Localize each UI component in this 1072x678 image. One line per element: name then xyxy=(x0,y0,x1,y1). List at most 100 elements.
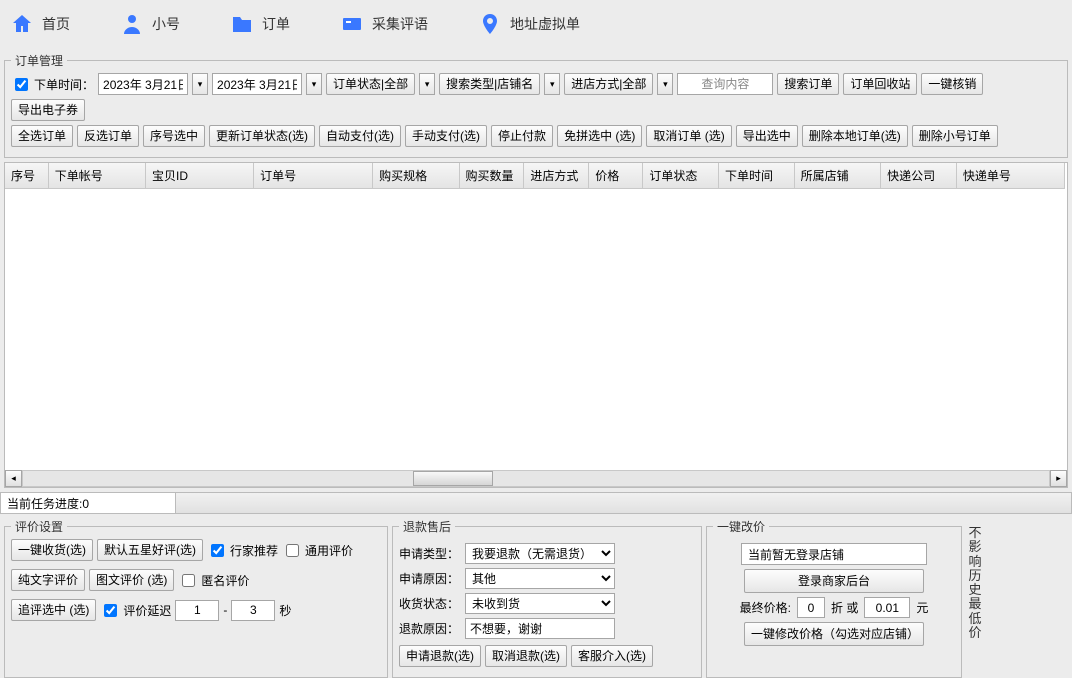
progress-row: 当前任务进度:0 xyxy=(0,492,1072,514)
del-alt-button[interactable]: 删除小号订单 xyxy=(912,125,998,147)
nav-alt[interactable]: 小号 xyxy=(120,12,180,36)
del-local-button[interactable]: 删除本地订单(选) xyxy=(802,125,908,147)
place-time-checkbox[interactable]: 下单时间： xyxy=(11,75,94,94)
orders-table: 序号下单帐号宝贝ID订单号购买规格购买数量进店方式价格订单状态下单时间所属店铺快… xyxy=(5,163,1065,189)
manual-pay-button[interactable]: 手动支付(选) xyxy=(405,125,487,147)
nav-virtual[interactable]: 地址虚拟单 xyxy=(478,12,580,36)
bottom-panels: 评价设置 一键收货(选) 默认五星好评(选) 行家推荐 通用评价 纯文字评价 图… xyxy=(4,518,1068,678)
delay-dash: - xyxy=(223,603,227,617)
apply-reason-select[interactable]: 其他 xyxy=(465,568,615,589)
default-5star-button[interactable]: 默认五星好评(选) xyxy=(97,539,203,561)
table-col-9[interactable]: 下单时间 xyxy=(718,163,794,189)
table-col-0[interactable]: 序号 xyxy=(5,163,48,189)
login-merchant-button[interactable]: 登录商家后台 xyxy=(744,569,924,593)
cancel-order-button[interactable]: 取消订单 (选) xyxy=(646,125,731,147)
auto-pay-button[interactable]: 自动支付(选) xyxy=(319,125,401,147)
nav-alt-label: 小号 xyxy=(152,14,180,34)
top-nav: 首页 小号 订单 采集评语 地址虚拟单 xyxy=(0,0,1072,48)
price-input[interactable] xyxy=(864,597,910,618)
apply-refund-button[interactable]: 申请退款(选) xyxy=(399,645,481,667)
table-col-1[interactable]: 下单帐号 xyxy=(48,163,145,189)
apply-type-select[interactable]: 我要退款（无需退货） xyxy=(465,543,615,564)
table-col-12[interactable]: 快递单号 xyxy=(956,163,1064,189)
delay-from-input[interactable] xyxy=(175,600,219,621)
table-col-6[interactable]: 进店方式 xyxy=(524,163,589,189)
order-status-dropdown-icon[interactable]: ▾ xyxy=(419,73,435,95)
table-col-5[interactable]: 购买数量 xyxy=(459,163,524,189)
progress-bar xyxy=(176,492,1072,514)
table-col-10[interactable]: 所属店铺 xyxy=(794,163,880,189)
date-to-input[interactable] xyxy=(212,73,302,95)
cs-intervene-button[interactable]: 客服介入(选) xyxy=(571,645,653,667)
eval-legend: 评价设置 xyxy=(11,518,67,535)
cancel-refund-button[interactable]: 取消退款(选) xyxy=(485,645,567,667)
order-toolbar-row2: 全选订单 反选订单 序号选中 更新订单状态(选) 自动支付(选) 手动支付(选)… xyxy=(11,125,1061,147)
receive-status-label: 收货状态： xyxy=(399,595,459,612)
discount-input[interactable] xyxy=(797,597,825,618)
receive-status-select[interactable]: 未收到货 xyxy=(465,593,615,614)
search-input[interactable] xyxy=(677,73,773,95)
nav-home[interactable]: 首页 xyxy=(10,12,70,36)
append-sel-button[interactable]: 追评选中 (选) xyxy=(11,599,96,621)
one-click-cancel-button[interactable]: 一键核销 xyxy=(921,73,983,95)
date-from-input[interactable] xyxy=(98,73,188,95)
folder-icon xyxy=(230,12,254,36)
apply-type-label: 申请类型： xyxy=(399,545,459,562)
export-sel-button[interactable]: 导出选中 xyxy=(736,125,798,147)
place-time-label: 下单时间： xyxy=(34,76,94,93)
nav-collect[interactable]: 采集评语 xyxy=(340,12,428,36)
order-toolbar-row1: 下单时间： ▾ ▾ 订单状态|全部 ▾ 搜索类型|店铺名 ▾ 进店方式|全部 ▾… xyxy=(11,73,1061,121)
select-all-button[interactable]: 全选订单 xyxy=(11,125,73,147)
location-icon xyxy=(478,12,502,36)
search-order-button[interactable]: 搜索订单 xyxy=(777,73,839,95)
table-col-3[interactable]: 订单号 xyxy=(254,163,373,189)
one-click-receive-button[interactable]: 一键收货(选) xyxy=(11,539,93,561)
scroll-right-icon[interactable]: ▸ xyxy=(1050,470,1067,487)
price-status-text: 当前暂无登录店铺 xyxy=(741,543,927,565)
person-icon xyxy=(120,12,144,36)
recycle-button[interactable]: 订单回收站 xyxy=(843,73,917,95)
scroll-left-icon[interactable]: ◂ xyxy=(5,470,22,487)
refund-group: 退款售后 申请类型： 我要退款（无需退货） 申请原因： 其他 收货状态： 未收到… xyxy=(392,518,702,678)
text-eval-button[interactable]: 纯文字评价 xyxy=(11,569,85,591)
enter-mode-dropdown-icon[interactable]: ▾ xyxy=(657,73,673,95)
order-management-legend: 订单管理 xyxy=(11,52,67,69)
card-icon xyxy=(340,12,364,36)
invert-sel-button[interactable]: 反选订单 xyxy=(77,125,139,147)
expert-rec-checkbox[interactable]: 行家推荐 xyxy=(207,541,278,560)
update-status-button[interactable]: 更新订单状态(选) xyxy=(209,125,315,147)
stop-pay-button[interactable]: 停止付款 xyxy=(491,125,553,147)
img-eval-button[interactable]: 图文评价 (选) xyxy=(89,569,174,591)
table-col-11[interactable]: 快递公司 xyxy=(881,163,957,189)
place-time-cb[interactable] xyxy=(15,78,28,91)
delay-unit: 秒 xyxy=(279,602,291,619)
anon-eval-checkbox[interactable]: 匿名评价 xyxy=(178,571,249,590)
export-voucher-button[interactable]: 导出电子券 xyxy=(11,99,85,121)
apply-reason-label: 申请原因： xyxy=(399,570,459,587)
scroll-track[interactable] xyxy=(22,470,1050,487)
date-from-dropdown-icon[interactable]: ▾ xyxy=(192,73,208,95)
horizontal-scrollbar[interactable]: ◂ ▸ xyxy=(5,470,1067,487)
scroll-thumb[interactable] xyxy=(413,471,493,486)
free-join-button[interactable]: 免拼选中 (选) xyxy=(557,125,642,147)
table-col-8[interactable]: 订单状态 xyxy=(643,163,719,189)
order-status-button[interactable]: 订单状态|全部 xyxy=(326,73,415,95)
date-to-dropdown-icon[interactable]: ▾ xyxy=(306,73,322,95)
refund-reason-input[interactable] xyxy=(465,618,615,639)
table-col-2[interactable]: 宝贝ID xyxy=(146,163,254,189)
search-type-button[interactable]: 搜索类型|店铺名 xyxy=(439,73,540,95)
serial-sel-button[interactable]: 序号选中 xyxy=(143,125,205,147)
refund-legend: 退款售后 xyxy=(399,518,455,535)
eval-settings-group: 评价设置 一键收货(选) 默认五星好评(选) 行家推荐 通用评价 纯文字评价 图… xyxy=(4,518,388,678)
delay-to-input[interactable] xyxy=(231,600,275,621)
discount-unit: 折 或 xyxy=(831,599,858,616)
enter-mode-button[interactable]: 进店方式|全部 xyxy=(564,73,653,95)
search-type-dropdown-icon[interactable]: ▾ xyxy=(544,73,560,95)
table-col-7[interactable]: 价格 xyxy=(589,163,643,189)
table-col-4[interactable]: 购买规格 xyxy=(373,163,459,189)
eval-delay-checkbox[interactable]: 评价延迟 xyxy=(100,601,171,620)
modify-price-button[interactable]: 一键修改价格（勾选对应店铺） xyxy=(744,622,924,646)
nav-orders[interactable]: 订单 xyxy=(230,12,290,36)
generic-eval-checkbox[interactable]: 通用评价 xyxy=(282,541,353,560)
nav-orders-label: 订单 xyxy=(262,14,290,34)
